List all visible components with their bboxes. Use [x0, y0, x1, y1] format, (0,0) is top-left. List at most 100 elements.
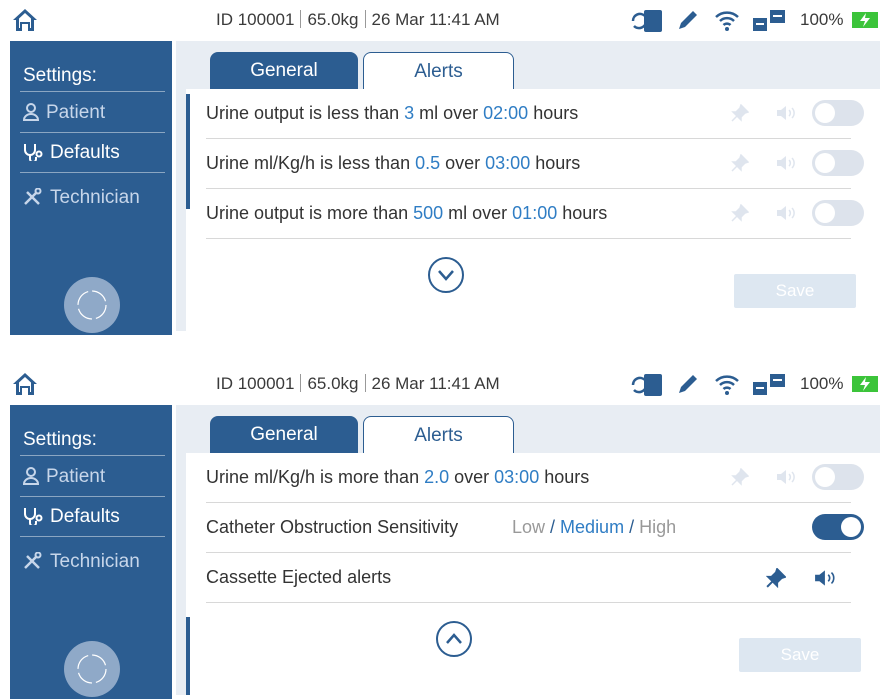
- battery-charging-icon: [852, 12, 878, 28]
- sidebar-item-patient[interactable]: Patient: [22, 102, 106, 124]
- alert-row-mlkgh-low[interactable]: Urine ml/Kg/h is less than 0.5 over 03:0…: [206, 139, 864, 189]
- sidebar-item-label: Patient: [46, 466, 106, 487]
- chevron-up-icon: [446, 633, 462, 644]
- sensitivity-label: Catheter Obstruction Sensitivity: [206, 517, 459, 537]
- wifi-icon: [715, 11, 739, 31]
- tab-general[interactable]: General: [210, 416, 358, 453]
- alerts-panel: Urine output is less than 3 ml over 02:0…: [186, 89, 880, 331]
- stethoscope-icon: [24, 508, 43, 527]
- settings-title: Settings:: [23, 65, 97, 86]
- alert-toggle[interactable]: [812, 100, 864, 126]
- transfer-icon: [753, 10, 785, 31]
- patient-info: ID 100001 65.0kg 26 Mar 11:41 AM: [216, 10, 500, 30]
- sidebar-item-technician[interactable]: Technician: [23, 187, 140, 209]
- person-icon: [22, 103, 40, 121]
- tab-alerts[interactable]: Alerts: [363, 416, 514, 454]
- patient-id: ID 100001: [216, 374, 295, 393]
- screen-alerts-bottom: ID 100001 65.0kg 26 Mar 11:41 AM 100% Sett…: [0, 364, 880, 699]
- sidebar: Settings: Patient Defaults Technician: [10, 41, 172, 335]
- pin-icon[interactable]: [731, 154, 749, 172]
- sidebar: Settings: Patient Defaults Technician: [10, 405, 172, 699]
- tools-icon: [24, 551, 42, 569]
- alert-row-urine-high[interactable]: Urine output is more than 500 ml over 01…: [206, 189, 864, 239]
- sensitivity-medium[interactable]: Medium: [560, 517, 624, 537]
- stethoscope-icon: [24, 144, 43, 163]
- patient-weight: 65.0kg: [307, 10, 359, 29]
- date-time: 26 Mar 11:41 AM: [371, 374, 500, 393]
- home-icon[interactable]: [12, 8, 38, 32]
- edit-icon[interactable]: [676, 372, 700, 396]
- alert-text: Cassette Ejected alerts: [206, 567, 392, 587]
- divider: [20, 91, 165, 92]
- screen-alerts-top: ID 100001 65.0kg 26 Mar 11:41 AM 100% Sett…: [0, 0, 880, 335]
- sidebar-item-label: Defaults: [50, 506, 120, 527]
- battery-level: 100%: [800, 374, 844, 393]
- sensitivity-high[interactable]: High: [639, 517, 676, 537]
- tab-alerts[interactable]: Alerts: [363, 52, 514, 90]
- divider: [20, 455, 165, 456]
- cassette-ejected-row[interactable]: Cassette Ejected alerts: [206, 553, 851, 603]
- scroll-indicator[interactable]: [186, 617, 190, 695]
- pin-icon[interactable]: [731, 104, 749, 122]
- patient-weight: 65.0kg: [307, 374, 359, 393]
- speaker-icon[interactable]: [814, 568, 838, 588]
- home-icon[interactable]: [12, 372, 38, 396]
- patient-info: ID 100001 65.0kg 26 Mar 11:41 AM: [216, 374, 500, 394]
- rotary-knob[interactable]: [64, 641, 120, 697]
- sync-device-icon: [631, 374, 662, 396]
- rotate-icon: [77, 654, 107, 684]
- sidebar-item-patient[interactable]: Patient: [22, 466, 106, 488]
- sidebar-item-label: Technician: [50, 551, 140, 572]
- divider: [20, 132, 165, 133]
- tab-general[interactable]: General: [210, 52, 358, 89]
- sensitivity-low[interactable]: Low: [512, 517, 545, 537]
- scroll-down-button[interactable]: [428, 257, 464, 293]
- pin-icon[interactable]: [731, 468, 749, 486]
- tools-icon: [24, 187, 42, 205]
- alert-text: Urine ml/Kg/h is more than 2.0 over 03:0…: [206, 467, 590, 487]
- save-button[interactable]: Save: [734, 274, 856, 308]
- wifi-icon: [715, 375, 739, 395]
- date-time: 26 Mar 11:41 AM: [371, 10, 500, 29]
- sidebar-item-label: Defaults: [50, 142, 120, 163]
- settings-title: Settings:: [23, 429, 97, 450]
- battery-level: 100%: [800, 10, 844, 29]
- sidebar-item-defaults[interactable]: Defaults: [23, 506, 120, 528]
- person-icon: [22, 467, 40, 485]
- sensitivity-row: Catheter Obstruction Sensitivity Low / M…: [206, 503, 864, 553]
- transfer-icon: [753, 374, 785, 395]
- sidebar-item-label: Technician: [50, 187, 140, 208]
- speaker-icon[interactable]: [776, 468, 798, 486]
- alert-text: Urine output is more than 500 ml over 01…: [206, 203, 608, 223]
- chevron-down-icon: [438, 270, 454, 281]
- pin-icon[interactable]: [766, 568, 786, 588]
- speaker-icon[interactable]: [776, 104, 798, 122]
- alert-text: Urine ml/Kg/h is less than 0.5 over 03:0…: [206, 153, 581, 173]
- content-area: General Alerts Urine output is less than…: [176, 41, 880, 331]
- speaker-icon[interactable]: [776, 204, 798, 222]
- pin-icon[interactable]: [731, 204, 749, 222]
- sidebar-item-label: Patient: [46, 102, 106, 123]
- rotate-icon: [77, 290, 107, 320]
- scroll-up-button[interactable]: [436, 621, 472, 657]
- rotary-knob[interactable]: [64, 277, 120, 333]
- status-bar: ID 100001 65.0kg 26 Mar 11:41 AM 100%: [0, 0, 880, 41]
- sidebar-item-defaults[interactable]: Defaults: [23, 142, 120, 164]
- speaker-icon[interactable]: [776, 154, 798, 172]
- alert-row-mlkgh-high[interactable]: Urine ml/Kg/h is more than 2.0 over 03:0…: [206, 453, 864, 503]
- save-button[interactable]: Save: [739, 638, 861, 672]
- status-bar: ID 100001 65.0kg 26 Mar 11:41 AM 100%: [0, 364, 880, 405]
- alert-toggle[interactable]: [812, 200, 864, 226]
- alert-toggle[interactable]: [812, 150, 864, 176]
- alert-text: Urine output is less than 3 ml over 02:0…: [206, 103, 579, 123]
- alert-row-urine-low[interactable]: Urine output is less than 3 ml over 02:0…: [206, 89, 864, 139]
- sidebar-item-technician[interactable]: Technician: [23, 551, 140, 573]
- battery-charging-icon: [852, 376, 878, 392]
- scroll-indicator[interactable]: [186, 94, 190, 209]
- divider: [20, 496, 165, 497]
- edit-icon[interactable]: [676, 8, 700, 32]
- sync-device-icon: [631, 10, 662, 32]
- sensitivity-toggle[interactable]: [812, 514, 864, 540]
- alert-toggle[interactable]: [812, 464, 864, 490]
- patient-id: ID 100001: [216, 10, 295, 29]
